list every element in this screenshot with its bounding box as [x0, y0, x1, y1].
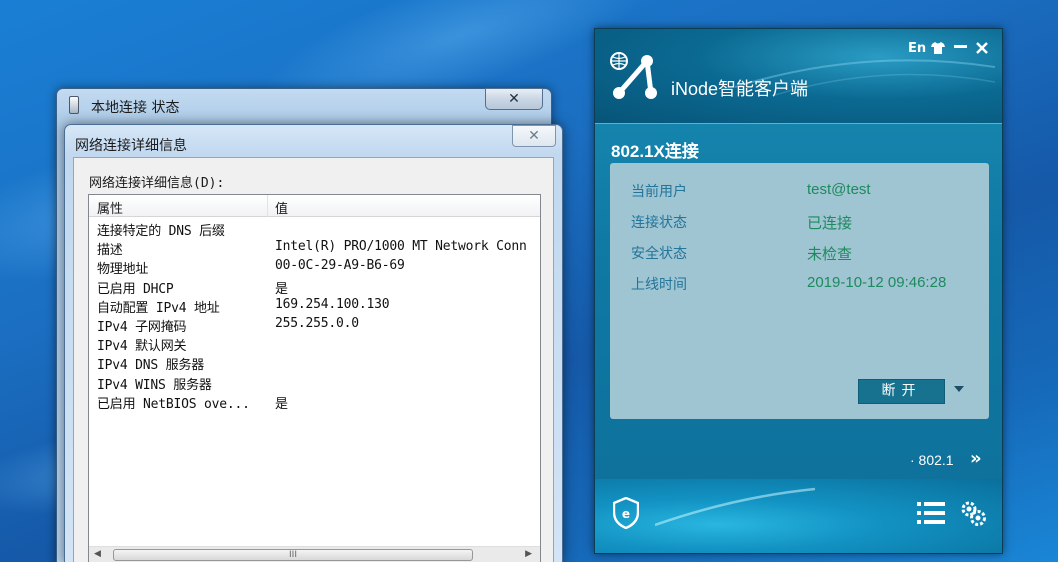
language-button[interactable]: En: [908, 41, 926, 56]
table-row[interactable]: 描述 Intel(R) PRO/1000 MT Network Conn: [89, 238, 540, 259]
list-rows: 连接特定的 DNS 后缀 描述 Intel(R) PRO/1000 MT Netw…: [89, 219, 540, 412]
row-property: IPv4 DNS 服务器: [97, 358, 205, 374]
info-value: test@test: [807, 181, 871, 198]
column-header-property[interactable]: 属性: [97, 198, 123, 217]
footer-light-decoration: [655, 487, 815, 527]
close-icon: ✕: [508, 91, 520, 107]
svg-text:e: e: [622, 507, 630, 521]
info-label: 安全状态: [631, 245, 687, 261]
info-value: 2019-10-12 09:46:28: [807, 274, 947, 291]
table-row[interactable]: 已启用 NetBIOS ove... 是: [89, 392, 540, 412]
column-header-value[interactable]: 值: [275, 198, 288, 217]
table-row[interactable]: IPv4 默认网关: [89, 334, 540, 355]
column-separator[interactable]: [267, 195, 268, 217]
divider: [595, 123, 1002, 124]
connection-mode-label[interactable]: · 802.1: [910, 452, 954, 468]
scroll-left-icon[interactable]: ◀: [94, 549, 101, 559]
close-button[interactable]: ✕: [485, 88, 543, 110]
row-value: 是: [275, 281, 288, 297]
close-button[interactable]: ✕: [512, 125, 556, 147]
scroll-right-icon[interactable]: ▶: [525, 549, 532, 559]
disconnect-button[interactable]: 断开: [858, 379, 945, 404]
row-property: IPv4 WINS 服务器: [97, 377, 212, 393]
expand-arrow-icon[interactable]: »: [970, 448, 982, 469]
list-header: 属性 值: [89, 195, 540, 217]
window-title: 网络连接详细信息: [75, 138, 187, 154]
dropdown-arrow-icon[interactable]: [954, 386, 964, 392]
menu-list-icon[interactable]: [917, 501, 945, 525]
table-row[interactable]: 物理地址 00-0C-29-A9-B6-69: [89, 257, 540, 278]
row-property: 物理地址: [97, 262, 149, 278]
table-row[interactable]: IPv4 子网掩码 255.255.0.0: [89, 315, 540, 335]
info-value: 已连接: [807, 215, 853, 232]
inode-main-area: 802.1X连接 当前用户 test@test 连接状态 已连接 安全状态 未检…: [595, 123, 1002, 479]
connection-info-panel: 当前用户 test@test 连接状态 已连接 安全状态 未检查 上线时间 20…: [610, 163, 989, 419]
info-value: 未检查: [807, 246, 853, 263]
connection-title: 802.1X连接: [611, 142, 699, 161]
skin-icon[interactable]: [931, 42, 945, 54]
info-label: 连接状态: [631, 214, 687, 230]
row-property: 连接特定的 DNS 后缀: [97, 224, 225, 239]
close-icon: ✕: [528, 128, 540, 144]
row-value: 169.254.100.130: [275, 296, 390, 312]
inode-header: En iNode智能客户端: [595, 29, 1002, 123]
network-adapter-icon: [69, 96, 79, 114]
row-value: 是: [275, 396, 288, 412]
info-label: 当前用户: [631, 183, 687, 199]
table-row[interactable]: 已启用 DHCP 是: [89, 277, 540, 297]
inode-client-window: En iNode智能客户端 802.1X连接 当前用户 test@test 连接…: [594, 28, 1003, 554]
row-property: 描述: [97, 243, 123, 259]
shield-icon[interactable]: e: [613, 497, 639, 529]
row-value: Intel(R) PRO/1000 MT Network Conn: [275, 239, 527, 255]
table-row[interactable]: IPv4 WINS 服务器: [89, 373, 540, 393]
table-row[interactable]: 自动配置 IPv4 地址 169.254.100.130: [89, 296, 540, 316]
row-property: 已启用 DHCP: [97, 281, 174, 297]
grip-icon: III: [289, 550, 297, 560]
row-property: IPv4 默认网关: [97, 339, 187, 355]
minimize-icon[interactable]: [954, 45, 967, 49]
inode-logo-icon: [610, 52, 657, 99]
row-property: 已启用 NetBIOS ove...: [97, 396, 250, 412]
info-label: 上线时间: [631, 276, 687, 292]
row-property: 自动配置 IPv4 地址: [97, 300, 220, 316]
window-client-area: 网络连接详细信息(D): 属性 值 连接特定的 DNS 后缀 描述 Intel(R…: [73, 157, 554, 562]
row-property: IPv4 子网掩码: [97, 319, 187, 335]
horizontal-scrollbar[interactable]: ◀ III ▶: [89, 546, 540, 562]
row-value: 00-0C-29-A9-B6-69: [275, 258, 405, 274]
details-list[interactable]: 属性 值 连接特定的 DNS 后缀 描述 Intel(R) PRO/1000 MT…: [88, 194, 541, 562]
table-row[interactable]: 连接特定的 DNS 后缀: [89, 219, 540, 239]
network-details-window: 网络连接详细信息 ✕ 网络连接详细信息(D): 属性 值 连接特定的 DNS 后…: [64, 124, 563, 562]
inode-footer: e: [595, 479, 1002, 553]
details-list-label: 网络连接详细信息(D):: [89, 176, 225, 191]
window-title: 本地连接 状态: [91, 100, 180, 116]
scrollbar-thumb[interactable]: III: [113, 549, 473, 561]
row-value: 255.255.0.0: [275, 315, 359, 331]
table-row[interactable]: IPv4 DNS 服务器: [89, 353, 540, 374]
app-brand-title: iNode智能客户端: [671, 79, 809, 99]
settings-gear-icon[interactable]: [959, 499, 987, 527]
close-icon[interactable]: [976, 42, 988, 54]
